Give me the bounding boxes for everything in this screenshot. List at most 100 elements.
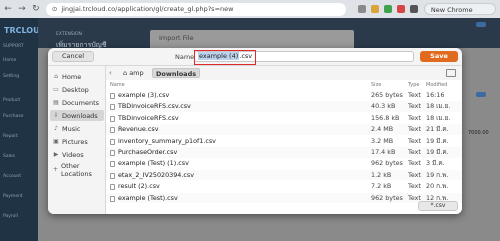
desktop-icon: ▭ xyxy=(53,85,59,93)
file-name: example (Test).csv xyxy=(118,193,178,202)
file-size: 7.2 kB xyxy=(371,182,392,191)
column-modified[interactable]: Modified xyxy=(426,82,447,88)
url-text: jingjai.trcloud.co/application/gl/create… xyxy=(61,5,234,13)
file-modified: 19 มี.ค. xyxy=(426,136,449,145)
sidebar-item[interactable]: Setting xyxy=(3,74,19,79)
file-modified: 16:16 xyxy=(426,91,445,99)
place-label: Home xyxy=(62,72,82,81)
file-type-filter[interactable]: *.csv xyxy=(418,201,458,211)
file-name: TBDinvoiceRFS.csv xyxy=(118,113,179,122)
breadcrumb: ‹ ⌂ amp Downloads xyxy=(106,66,462,80)
sidebar-item[interactable]: Report xyxy=(3,134,18,139)
file-size: 3.2 MB xyxy=(371,136,394,145)
place-item[interactable]: ▶ Videos xyxy=(50,149,104,160)
file-row[interactable]: PurchaseOrder.csv 17.4 kB Text 19 มี.ค. xyxy=(106,147,462,158)
file-size: 156.8 kB xyxy=(371,113,400,122)
place-label: Other Locations xyxy=(61,161,92,178)
place-item[interactable]: ▣ Pictures xyxy=(50,136,104,147)
place-item[interactable]: ▤ Documents xyxy=(50,97,104,108)
sidebar-item[interactable]: Product xyxy=(3,98,20,103)
file-size: 1.2 kB xyxy=(371,170,392,179)
breadcrumb-current[interactable]: Downloads xyxy=(152,68,201,78)
site-info-icon[interactable]: ⊙ xyxy=(52,5,57,13)
documents-icon: ▤ xyxy=(53,98,59,106)
forward-icon[interactable]: → xyxy=(18,4,26,14)
place-item[interactable]: ▭ Desktop xyxy=(50,84,104,95)
file-modified: 3 มี.ค. xyxy=(426,159,445,168)
header-button[interactable] xyxy=(476,22,486,27)
place-label: Pictures xyxy=(62,137,88,146)
place-item[interactable]: + Other Locations xyxy=(50,161,104,178)
file-browser: ‹ ⌂ amp Downloads Name Size Type Modifie… xyxy=(106,66,462,214)
file-row[interactable]: example (Test).csv 962 bytes Text 12 ก.พ. xyxy=(106,192,462,204)
file-size: 2.4 MB xyxy=(371,125,394,134)
sidebar-item[interactable]: SUPPORT xyxy=(3,44,24,49)
file-size: 962 bytes xyxy=(371,159,403,168)
file-row[interactable]: TBDinvoiceRFS.csv 156.8 kB Text 18 เม.ย. xyxy=(106,113,462,124)
column-type[interactable]: Type xyxy=(408,82,419,88)
column-size[interactable]: Size xyxy=(371,82,381,88)
name-label: Name xyxy=(175,53,195,61)
file-type: Text xyxy=(408,91,421,99)
place-item[interactable]: ⌂ Home xyxy=(50,71,104,82)
address-bar[interactable]: ⊙ jingjai.trcloud.co/application/gl/crea… xyxy=(45,2,346,16)
extension-icon[interactable] xyxy=(396,5,405,13)
place-item[interactable]: ♪ Music xyxy=(50,123,104,134)
back-icon[interactable]: ← xyxy=(4,4,12,14)
cancel-button[interactable]: Cancel xyxy=(52,51,94,62)
file-row[interactable]: TBDinvoiceRFS.csv.csv 40.3 kB Text 18 เม.ย. xyxy=(106,101,462,112)
file-modified: 19 ก.พ. xyxy=(426,170,449,179)
sidebar-item[interactable]: Purchase xyxy=(3,114,23,119)
app-sidebar: TRCLOUD SUPPORT Home Setting Product Pur… xyxy=(0,18,46,241)
save-button[interactable]: Save xyxy=(420,51,458,62)
music-icon: ♪ xyxy=(54,124,58,132)
file-type: Text xyxy=(408,125,421,134)
action-button[interactable] xyxy=(476,92,486,97)
extension-icon[interactable] xyxy=(357,5,366,13)
file-row[interactable]: example (Test) (1).csv 962 bytes Text 3 มี.… xyxy=(106,158,462,169)
file-type: Text xyxy=(408,148,421,156)
file-icon xyxy=(110,195,115,202)
column-headers: Name Size Type Modified xyxy=(106,81,462,89)
place-label: Videos xyxy=(62,150,84,159)
extension-icons xyxy=(357,5,418,13)
file-row[interactable]: inventory_summary_p1of1.csv 3.2 MB Text 19 … xyxy=(106,136,462,147)
sidebar-item[interactable]: Payroll xyxy=(3,214,18,219)
file-type: Text xyxy=(408,159,421,168)
reload-icon[interactable]: ↻ xyxy=(32,4,40,14)
file-name: TBDinvoiceRFS.csv.csv xyxy=(118,102,191,111)
file-name: result (2).csv xyxy=(118,182,160,191)
column-name[interactable]: Name xyxy=(110,82,125,88)
file-icon xyxy=(110,138,115,145)
sidebar-item[interactable]: Sales xyxy=(3,154,15,159)
file-row[interactable]: result (2).csv 7.2 kB Text 20 ก.พ. xyxy=(106,181,462,192)
extension-icon[interactable] xyxy=(370,5,379,13)
pictures-icon: ▣ xyxy=(53,137,59,145)
save-file-dialog: Cancel Name example (4).csv Save ⌂ Home ▭ D… xyxy=(48,48,462,214)
place-label: Desktop xyxy=(62,85,89,94)
file-icon xyxy=(110,184,115,191)
breadcrumb-item: amp xyxy=(129,69,144,77)
sidebar-item[interactable]: Home xyxy=(3,58,16,63)
file-icon xyxy=(110,161,115,168)
file-modified: 18 เม.ย. xyxy=(426,102,451,111)
file-row[interactable]: example (3).csv 265 bytes Text 16:16 xyxy=(106,90,462,101)
app-header-label: EXTENSION xyxy=(56,32,82,37)
place-item[interactable]: ⇩ Downloads xyxy=(50,110,104,121)
extension-icon[interactable] xyxy=(383,5,392,13)
breadcrumb-home[interactable]: ⌂ amp xyxy=(120,68,147,78)
sidebar-item[interactable]: Payment xyxy=(3,194,23,199)
sidebar-item[interactable]: Account xyxy=(3,174,21,179)
place-label: Music xyxy=(62,124,81,133)
amount-value: 7000.00 xyxy=(468,130,489,136)
chevron-left-icon[interactable]: ‹ xyxy=(109,69,117,77)
file-row[interactable]: Revenue.csv 2.4 MB Text 21 มี.ค. xyxy=(106,124,462,135)
file-name: PurchaseOrder.csv xyxy=(118,148,178,156)
new-folder-icon[interactable] xyxy=(446,69,456,77)
file-icon xyxy=(110,127,115,134)
extension-icon[interactable] xyxy=(409,5,418,13)
file-type: Text xyxy=(408,170,421,179)
file-row[interactable]: etax_2_IV25020394.csv 1.2 kB Text 19 ก.พ. xyxy=(106,169,462,181)
place-label: Downloads xyxy=(62,111,98,120)
chrome-update-button[interactable]: New Chrome available xyxy=(423,3,497,26)
